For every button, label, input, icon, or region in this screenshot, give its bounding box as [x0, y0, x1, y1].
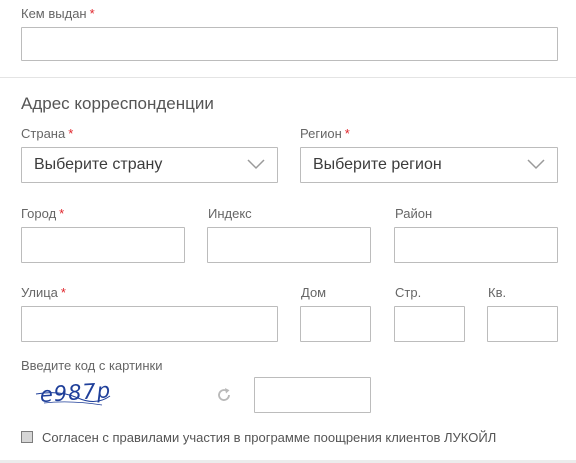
postcode-label: Индекс — [208, 206, 252, 221]
street-input[interactable] — [22, 307, 277, 341]
region-label: Регион * — [300, 126, 350, 141]
section-divider — [0, 77, 576, 78]
district-field[interactable] — [394, 227, 558, 263]
postcode-field[interactable] — [207, 227, 371, 263]
captcha-image: e987p — [35, 378, 112, 407]
building-label: Стр. — [395, 285, 422, 300]
issued-by-field[interactable] — [21, 27, 558, 61]
chevron-down-icon — [247, 159, 265, 170]
section-title: Адрес корреспонденции — [21, 94, 214, 113]
region-select[interactable]: Выберите регион — [300, 147, 558, 183]
city-field[interactable] — [21, 227, 185, 263]
house-label: Дом — [301, 285, 327, 300]
apartment-label: Кв. — [488, 285, 507, 300]
building-input[interactable] — [395, 307, 464, 341]
apartment-input[interactable] — [488, 307, 557, 341]
country-select[interactable]: Выберите страну — [21, 147, 278, 183]
region-selected-value: Выберите регион — [313, 156, 442, 173]
district-input[interactable] — [395, 228, 557, 262]
house-input[interactable] — [301, 307, 370, 341]
building-field[interactable] — [394, 306, 465, 342]
consent-label[interactable]: Согласен с правилами участия в программе… — [42, 430, 496, 445]
captcha-label: Введите код с картинки — [21, 358, 163, 373]
district-label: Район — [395, 206, 433, 221]
country-label: Страна * — [21, 126, 74, 141]
street-field[interactable] — [21, 306, 278, 342]
apartment-field[interactable] — [487, 306, 558, 342]
consent-checkbox[interactable] — [21, 431, 33, 443]
chevron-down-icon — [527, 159, 545, 170]
city-label: Город * — [21, 206, 65, 221]
country-selected-value: Выберите страну — [34, 156, 163, 173]
captcha-field[interactable] — [254, 377, 371, 413]
refresh-icon[interactable] — [216, 387, 232, 403]
issued-by-label: Кем выдан * — [21, 6, 95, 21]
postcode-input[interactable] — [208, 228, 370, 262]
street-label: Улица * — [21, 285, 66, 300]
captcha-input[interactable] — [255, 378, 370, 412]
city-input[interactable] — [22, 228, 184, 262]
house-field[interactable] — [300, 306, 371, 342]
issued-by-input[interactable] — [22, 28, 557, 60]
